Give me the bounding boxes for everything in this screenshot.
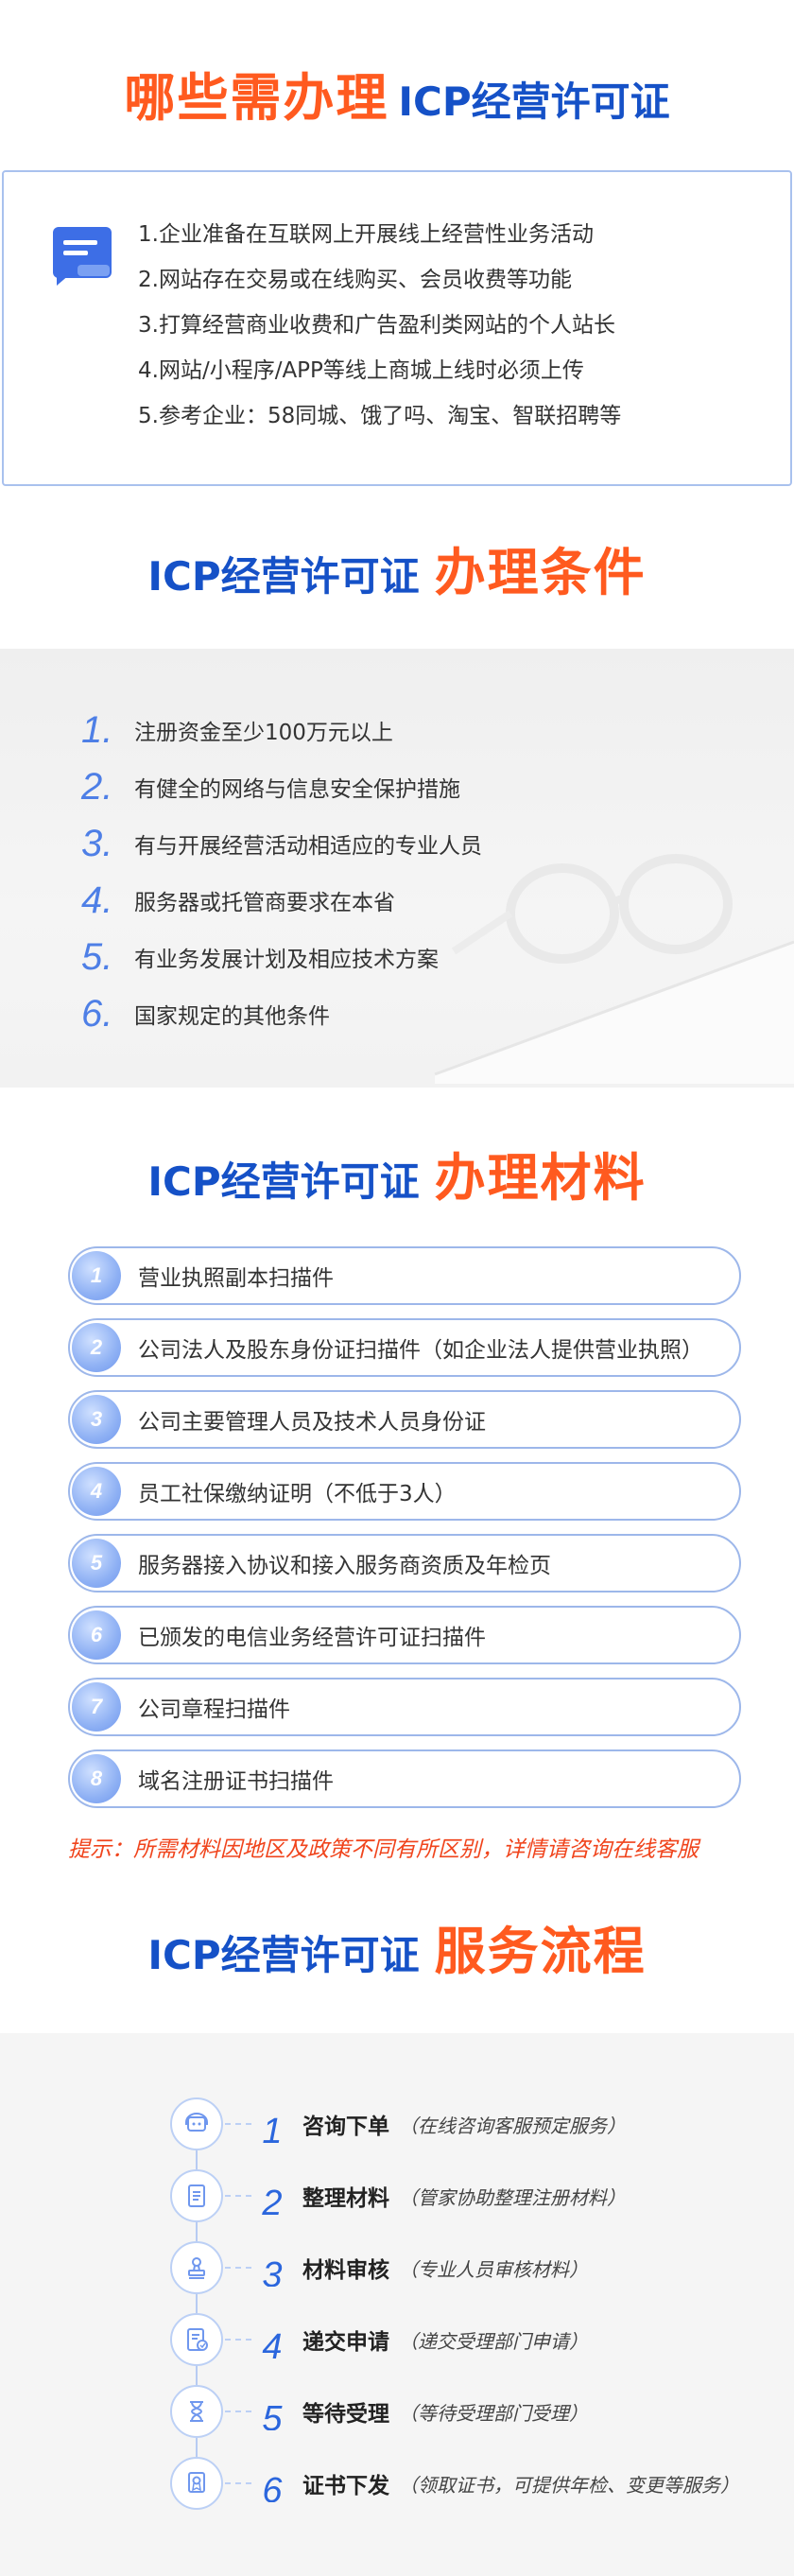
title-main: ICP经营许可证 xyxy=(147,553,420,600)
material-item: 2 公司法人及股东身份证扫描件（如企业法人提供营业执照） xyxy=(68,1318,741,1377)
materials-tip: 提示：所需材料因地区及政策不同有所区别，详情请咨询在线客服 xyxy=(68,1837,699,1862)
list-item: 4.网站/小程序/APP等线上商城上线时必须上传 xyxy=(138,358,584,383)
number-badge: 3 xyxy=(72,1395,121,1444)
section-title-who-needs: 哪些需办理 ICP经营许可证 xyxy=(0,61,794,136)
number-badge: 6 xyxy=(72,1610,121,1660)
document-list-icon xyxy=(170,2169,223,2222)
who-needs-box: 1.企业准备在互联网上开展线上经营性业务活动 2.网站存在交易或在线购买、会员收… xyxy=(2,170,792,486)
material-item: 8 域名注册证书扫描件 xyxy=(68,1749,741,1808)
title-highlight: 办理材料 xyxy=(434,1148,647,1208)
section-title-materials: ICP经营许可证 办理材料 xyxy=(0,1140,794,1216)
list-item: 2.网站存在交易或在线购买、会员收费等功能 xyxy=(138,268,572,292)
material-item: 5 服务器接入协议和接入服务商资质及年检页 xyxy=(68,1534,741,1593)
process-step-2: 2 整理材料 （管家协助整理注册材料） xyxy=(170,2169,626,2222)
number-badge: 4 xyxy=(72,1467,121,1516)
hourglass-icon xyxy=(170,2385,223,2438)
process-step-5: 5 等待受理 （等待受理部门受理） xyxy=(170,2385,588,2438)
title-highlight: 办理条件 xyxy=(434,543,647,602)
list-item: 1.企业准备在互联网上开展线上经营性业务活动 xyxy=(138,222,594,247)
process-step-6: 6 证书下发 （领取证书，可提供年检、变更等服务） xyxy=(170,2457,739,2510)
document-chat-icon xyxy=(53,227,112,286)
number-badge: 8 xyxy=(72,1754,121,1803)
material-item: 3 公司主要管理人员及技术人员身份证 xyxy=(68,1390,741,1449)
form-submit-icon xyxy=(170,2313,223,2366)
list-item: 2. 有健全的网络与信息安全保护措施 xyxy=(81,765,460,808)
title-main: ICP经营许可证 xyxy=(147,1158,420,1205)
list-item: 5.参考企业：58同城、饿了吗、淘宝、智联招聘等 xyxy=(138,404,622,428)
list-item: 3. 有与开展经营活动相适应的专业人员 xyxy=(81,822,482,864)
section-title-process: ICP经营许可证 服务流程 xyxy=(0,1914,794,1990)
number-badge: 5 xyxy=(72,1539,121,1588)
process-step-1: 1 咨询下单 （在线咨询客服预定服务） xyxy=(170,2097,626,2150)
title-highlight: 服务流程 xyxy=(434,1922,647,1981)
process-step-4: 4 递交申请 （递交受理部门申请） xyxy=(170,2313,588,2366)
material-item: 4 员工社保缴纳证明（不低于3人） xyxy=(68,1462,741,1521)
title-highlight: 哪些需办理 xyxy=(124,68,389,128)
material-item: 1 营业执照副本扫描件 xyxy=(68,1246,741,1305)
certificate-icon xyxy=(170,2457,223,2510)
material-item: 6 已颁发的电信业务经营许可证扫描件 xyxy=(68,1606,741,1664)
stamp-icon xyxy=(170,2241,223,2294)
process-step-3: 3 材料审核 （专业人员审核材料） xyxy=(170,2241,588,2294)
list-item: 1. 注册资金至少100万元以上 xyxy=(81,708,393,751)
number-badge: 1 xyxy=(72,1251,121,1300)
section-title-conditions: ICP经营许可证 办理条件 xyxy=(0,535,794,611)
conditions-list: 1. 注册资金至少100万元以上 2. 有健全的网络与信息安全保护措施 3. 有与开展… xyxy=(81,702,482,1042)
customer-service-icon xyxy=(170,2097,223,2150)
list-item: 3.打算经营商业收费和广告盈利类网站的个人站长 xyxy=(138,313,615,338)
conditions-panel: 1. 注册资金至少100万元以上 2. 有健全的网络与信息安全保护措施 3. 有与开展… xyxy=(0,649,794,1088)
number-badge: 7 xyxy=(72,1682,121,1732)
title-main: ICP经营许可证 xyxy=(398,78,670,125)
materials-list: 1 营业执照副本扫描件 2 公司法人及股东身份证扫描件（如企业法人提供营业执照） 3… xyxy=(68,1246,741,1821)
material-item: 7 公司章程扫描件 xyxy=(68,1678,741,1736)
who-needs-list: 1.企业准备在互联网上开展线上经营性业务活动 2.网站存在交易或在线购买、会员收… xyxy=(138,212,621,439)
list-item: 6. 国家规定的其他条件 xyxy=(81,992,330,1035)
list-item: 4. 服务器或托管商要求在本省 xyxy=(81,879,395,921)
number-badge: 2 xyxy=(72,1323,121,1372)
title-main: ICP经营许可证 xyxy=(147,1932,420,1978)
list-item: 5. 有业务发展计划及相应技术方案 xyxy=(81,935,439,978)
